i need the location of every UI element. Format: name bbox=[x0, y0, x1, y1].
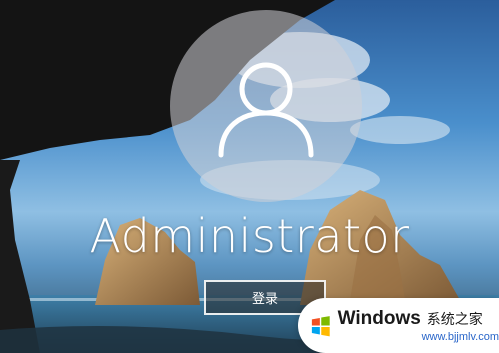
lock-screen: Administrator 登录 Windows 系统之家 www.bjjmlv… bbox=[0, 0, 499, 353]
watermark-subtitle: 系统之家 bbox=[426, 311, 483, 328]
watermark-brand: Windows bbox=[337, 307, 421, 329]
windows-logo-icon bbox=[311, 315, 330, 336]
user-avatar bbox=[170, 10, 362, 202]
user-avatar-icon bbox=[218, 62, 314, 158]
watermark-badge: Windows 系统之家 www.bjjmlv.com bbox=[298, 298, 499, 353]
username-label: Administrator bbox=[89, 209, 410, 263]
watermark-url: www.bjjmlv.com bbox=[421, 330, 499, 343]
